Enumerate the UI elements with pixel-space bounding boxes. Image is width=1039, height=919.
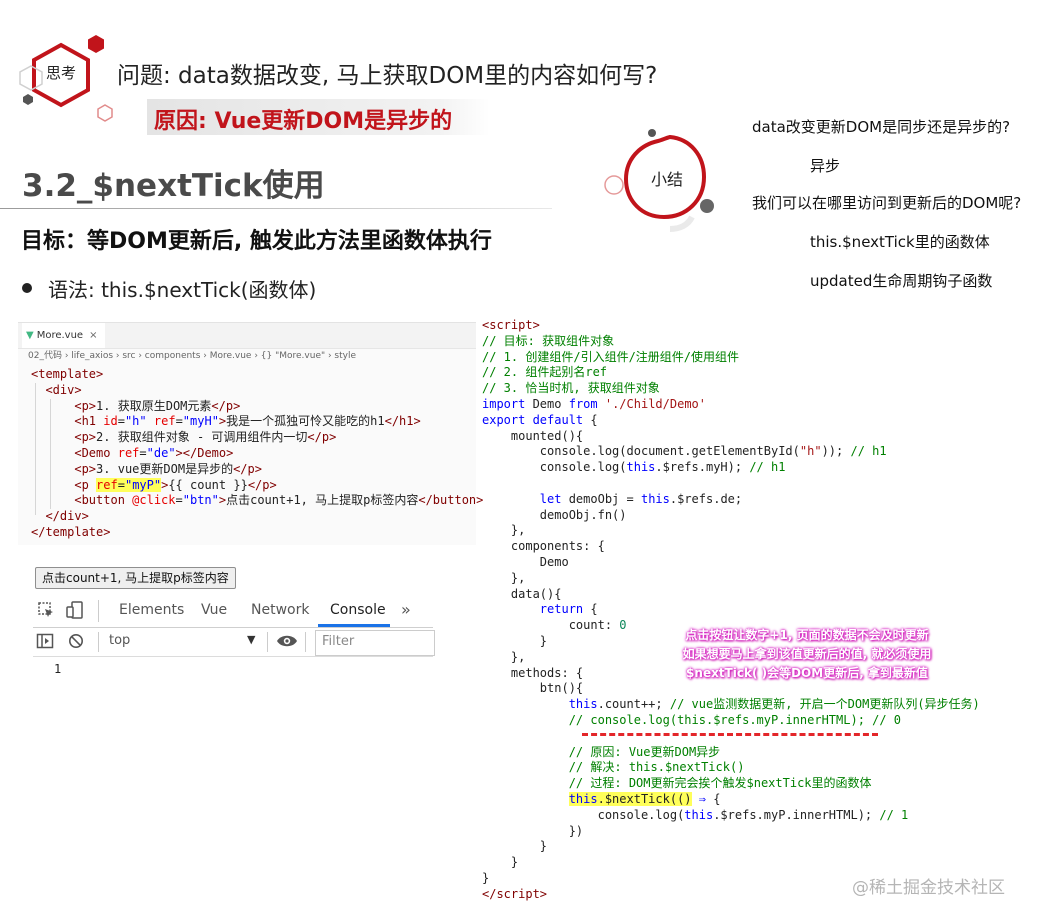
more-tabs-icon[interactable]: » bbox=[401, 600, 411, 619]
tab-vue[interactable]: Vue bbox=[201, 602, 227, 618]
device-toolbar-icon[interactable] bbox=[65, 600, 85, 620]
red-dashed-underline bbox=[582, 733, 878, 736]
section-title: 3.2_$nextTick使用 bbox=[22, 168, 325, 204]
summary-answer-3: updated生命周期钩子函数 bbox=[810, 272, 993, 290]
tab-elements[interactable]: Elements bbox=[119, 602, 184, 618]
summary-question-2: 我们可以在哪里访问到更新后的DOM呢? bbox=[752, 194, 1022, 212]
vue-file-icon: ▼ bbox=[26, 330, 34, 341]
section-divider bbox=[0, 208, 552, 209]
toolbar-divider bbox=[267, 632, 268, 652]
goal-text: 目标：等DOM更新后, 触发此方法里函数体执行 bbox=[21, 229, 492, 254]
active-tab-indicator bbox=[318, 624, 390, 627]
editor-tab-label: More.vue bbox=[36, 330, 84, 341]
tab-network[interactable]: Network bbox=[251, 602, 309, 618]
toolbar-divider bbox=[98, 632, 99, 652]
inspect-element-icon[interactable] bbox=[37, 601, 55, 619]
editor-tab-more-vue[interactable]: ▼ More.vue × bbox=[22, 323, 106, 348]
dropdown-arrow-icon[interactable]: ▼ bbox=[247, 633, 255, 646]
note-line-3: $nextTick( )会等DOM更新后, 拿到最新值 bbox=[686, 666, 928, 680]
question-text: 问题: data数据改变, 马上获取DOM里的内容如何写? bbox=[117, 63, 658, 89]
tab-console[interactable]: Console bbox=[330, 602, 386, 618]
filter-placeholder: Filter bbox=[322, 634, 355, 649]
watermark: @稀土掘金技术社区 bbox=[852, 878, 1005, 898]
summary-answer-1: 异步 bbox=[810, 157, 841, 175]
think-label: 思考 bbox=[45, 64, 76, 82]
breadcrumb: 02_代码 › life_axios › src › components › … bbox=[28, 351, 357, 361]
script-code: <script> // 目标: 获取组件对象 // 1. 创建组件/引入组件/注… bbox=[482, 318, 980, 901]
reason-text: 原因: Vue更新DOM是异步的 bbox=[154, 109, 453, 134]
close-icon[interactable]: × bbox=[89, 330, 97, 341]
sidebar-toggle-icon[interactable] bbox=[36, 633, 54, 649]
template-code: <template> <div> <p>1. 获取原生DOM元素</p> <h1… bbox=[31, 367, 484, 539]
summary-question-1: data改变更新DOM是同步还是异步的? bbox=[752, 118, 1011, 136]
note-line-1: 点击按钮让数字+1, 页面的数据不会及时更新 bbox=[685, 628, 929, 642]
annotation-note: 点击按钮让数字+1, 页面的数据不会及时更新 如果想要马上拿到该值更新后的值, … bbox=[640, 626, 974, 683]
clear-console-icon[interactable] bbox=[68, 633, 84, 649]
eye-icon[interactable] bbox=[276, 634, 298, 648]
toolbar-divider bbox=[98, 600, 99, 622]
context-selector[interactable]: top bbox=[109, 633, 130, 648]
summary-title: 小结 bbox=[651, 170, 684, 189]
small-hexagon-icon bbox=[88, 35, 104, 53]
count-button[interactable]: 点击count+1, 马上提取p标签内容 bbox=[35, 567, 236, 589]
note-line-2: 如果想要马上拿到该值更新后的值, 就必须使用 bbox=[682, 647, 932, 661]
bullet-icon bbox=[22, 283, 32, 293]
outline-small-hexagon-icon bbox=[97, 104, 113, 122]
summary-answer-2: this.$nextTick里的函数体 bbox=[810, 233, 990, 251]
console-log-output: 1 bbox=[54, 662, 62, 676]
toolbar-divider bbox=[305, 632, 306, 652]
syntax-text: 语法: this.$nextTick(函数体) bbox=[48, 278, 317, 302]
